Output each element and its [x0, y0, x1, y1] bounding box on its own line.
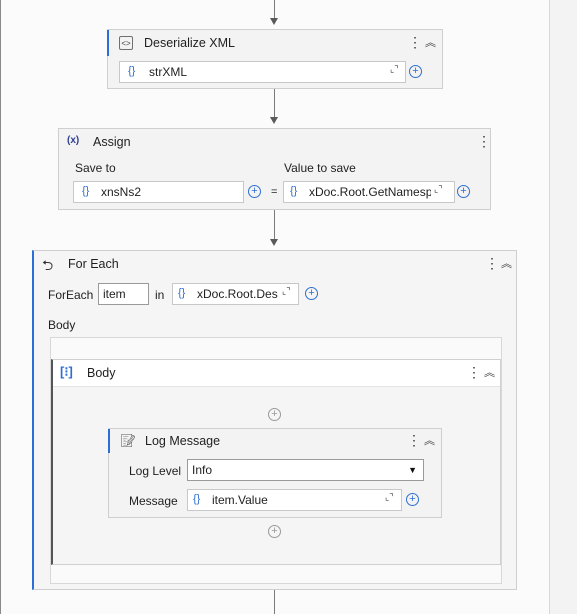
- collection-input[interactable]: {} xDoc.Root.Des ⌞⌝: [172, 283, 299, 305]
- message-input[interactable]: {} item.Value ⌞⌝: [187, 489, 402, 511]
- body-drop-area[interactable]: [⁝] Body ⋮ ︽ + 📝︎ Log Message ⋮ ︽ Log Le…: [50, 337, 502, 584]
- add-argument-icon[interactable]: +: [305, 287, 318, 300]
- dropdown-arrow-icon: ▼: [408, 465, 417, 475]
- loop-icon: ⮌: [42, 257, 54, 273]
- log-message-activity[interactable]: 📝︎ Log Message ⋮ ︽ Log Level Info ▼ Mess…: [108, 428, 442, 518]
- message-value: item.Value: [212, 493, 268, 507]
- body-sequence[interactable]: [⁝] Body ⋮ ︽ + 📝︎ Log Message ⋮ ︽ Log Le…: [51, 359, 501, 565]
- value-expression: xDoc.Root.GetNamesp: [309, 185, 431, 199]
- connector-arrow: [270, 239, 278, 246]
- log-message-icon: 📝︎: [120, 433, 137, 448]
- collapse-icon[interactable]: ︽: [424, 435, 435, 447]
- connector-line: [274, 0, 275, 18]
- item-name-input[interactable]: item: [98, 283, 149, 305]
- connector-arrow: [270, 117, 278, 124]
- add-argument-icon[interactable]: +: [457, 185, 470, 198]
- expression-braces-icon: {}: [128, 65, 136, 77]
- variable-x-icon: (x): [67, 135, 80, 146]
- expression-braces-icon: {}: [82, 185, 90, 197]
- connector-arrow: [270, 18, 278, 25]
- expression-braces-icon: {}: [193, 493, 201, 505]
- more-options-icon[interactable]: ⋮: [477, 134, 491, 148]
- activity-header[interactable]: <> Deserialize XML ⋮ ︽: [107, 30, 442, 56]
- more-options-icon[interactable]: ⋮: [407, 433, 421, 447]
- foreach-label: ForEach: [48, 288, 94, 302]
- xml-string-input[interactable]: {} strXML ⌞⌝: [119, 61, 406, 83]
- insert-activity-icon[interactable]: +: [268, 408, 281, 421]
- for-each-activity[interactable]: ⮌ For Each ⋮ ︽ ForEach item in {} xDoc.R…: [32, 250, 517, 590]
- expression-braces-icon: {}: [290, 185, 298, 197]
- log-level-label: Log Level: [129, 464, 182, 478]
- activity-title: Assign: [93, 135, 131, 149]
- activity-title: For Each: [68, 257, 119, 271]
- more-options-icon[interactable]: ⋮: [408, 35, 422, 49]
- equals-sign: =: [271, 186, 278, 198]
- in-label: in: [155, 288, 165, 302]
- sequence-title: Body: [87, 366, 116, 380]
- log-level-value: Info: [192, 463, 213, 477]
- assign-activity[interactable]: (x) Assign ⋮ Save to Value to save {} xn…: [58, 128, 491, 210]
- message-label: Message: [129, 494, 178, 508]
- collection-expression: xDoc.Root.Des: [197, 287, 278, 301]
- activity-header[interactable]: (x) Assign ⋮: [59, 129, 491, 155]
- collapse-icon[interactable]: ︽: [425, 37, 436, 49]
- save-to-input[interactable]: {} xnsNs2: [73, 181, 244, 203]
- expand-editor-icon[interactable]: ⌞⌝: [282, 286, 290, 297]
- add-variable-icon[interactable]: +: [248, 185, 261, 198]
- body-label: Body: [48, 318, 76, 332]
- more-options-icon[interactable]: ⋮: [467, 365, 481, 379]
- activity-title: Deserialize XML: [144, 36, 236, 50]
- connector-line: [274, 210, 275, 239]
- expand-editor-icon[interactable]: ⌞⌝: [390, 64, 398, 75]
- sequence-header[interactable]: [⁝] Body ⋮ ︽: [53, 360, 500, 387]
- save-to-label: Save to: [75, 161, 116, 175]
- insert-activity-icon[interactable]: +: [268, 525, 281, 538]
- designer-canvas: <> Deserialize XML ⋮ ︽ {} strXML ⌞⌝ + (x…: [0, 0, 550, 614]
- activity-header[interactable]: 📝︎ Log Message ⋮ ︽: [108, 429, 441, 453]
- expand-editor-icon[interactable]: ⌞⌝: [434, 184, 442, 195]
- connector-line: [274, 89, 275, 117]
- deserialize-xml-activity[interactable]: <> Deserialize XML ⋮ ︽ {} strXML ⌞⌝ +: [107, 29, 443, 89]
- activity-header[interactable]: ⮌ For Each ⋮ ︽: [34, 251, 516, 277]
- value-to-save-label: Value to save: [284, 161, 356, 175]
- activity-title: Log Message: [145, 434, 221, 448]
- collapse-icon[interactable]: ︽: [484, 367, 495, 379]
- expression-braces-icon: {}: [178, 287, 186, 299]
- collapse-icon[interactable]: ︽: [501, 258, 512, 270]
- log-level-dropdown[interactable]: Info ▼: [187, 459, 424, 481]
- expand-editor-icon[interactable]: ⌞⌝: [385, 492, 393, 503]
- save-to-value: xnsNs2: [101, 185, 142, 199]
- code-brackets-icon: <>: [119, 36, 133, 50]
- xml-string-value: strXML: [149, 65, 188, 79]
- add-argument-icon[interactable]: +: [409, 65, 422, 78]
- add-argument-icon[interactable]: +: [406, 493, 419, 506]
- sequence-icon: [⁝]: [60, 364, 73, 379]
- item-name-value: item: [103, 287, 126, 301]
- value-to-save-input[interactable]: {} xDoc.Root.GetNamesp ⌞⌝: [283, 181, 455, 203]
- more-options-icon[interactable]: ⋮: [485, 256, 499, 270]
- connector-line: [274, 590, 275, 614]
